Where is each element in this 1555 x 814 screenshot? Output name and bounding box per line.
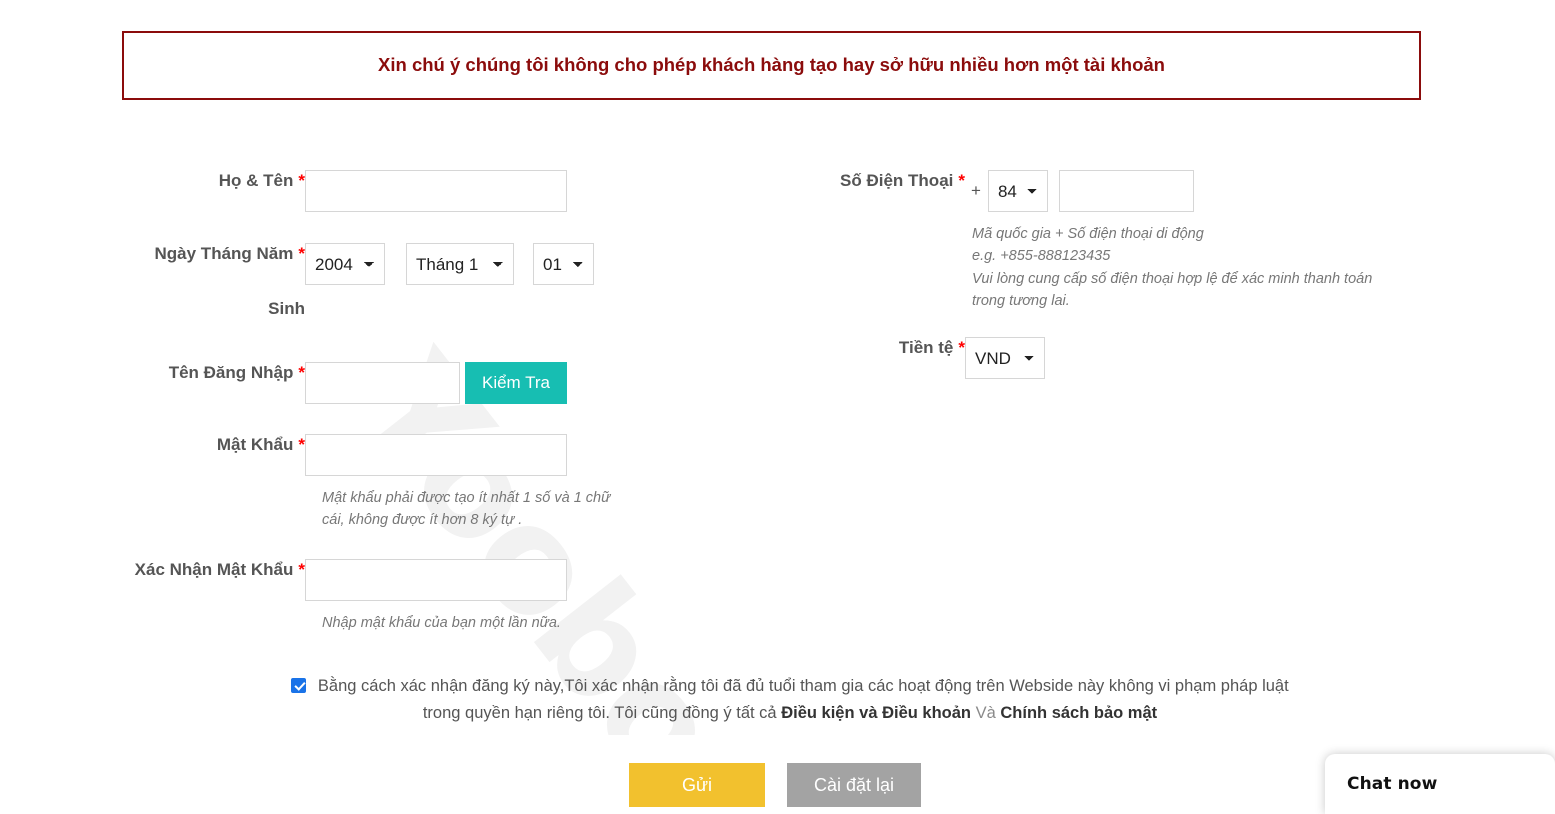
dob-day-select[interactable]: 0102030405060708091011121314151617181920… [533, 243, 594, 285]
confirm-password-label: Xác Nhận Mật Khẩu * [0, 559, 305, 582]
username-label-text: Tên Đăng Nhập [168, 363, 294, 382]
confirm-password-label-text: Xác Nhận Mật Khẩu [134, 560, 294, 579]
terms-and-conditions-link[interactable]: Điều kiện và Điều khoản [781, 704, 971, 722]
currency-label: Tiền tệ * [700, 337, 965, 360]
chat-now-label: Chat now [1347, 774, 1438, 794]
phone-hint-line-2: e.g. +855-888123435 [972, 248, 1111, 265]
fullname-label: Họ & Tên * [0, 170, 305, 193]
currency-label-text: Tiền tệ [898, 338, 954, 357]
dob-row: Ngày Tháng Năm* 201020092008200720062005… [0, 243, 620, 285]
password-label-text: Mật Khẩu [216, 435, 294, 454]
confirm-password-required-marker: * [298, 560, 305, 579]
phone-plus-sign: + [971, 181, 981, 200]
password-required-marker: * [298, 435, 305, 454]
confirm-password-hint: Nhập mật khẩu của bạn một lần nữa. [322, 615, 561, 631]
reset-button[interactable]: Cài đặt lại [787, 763, 921, 807]
currency-select[interactable]: VNDUSDTHBMYRIDRKHR [965, 337, 1045, 379]
phone-hint-line-3: Vui lòng cung cấp số điện thoại hợp lệ đ… [972, 270, 1373, 310]
phone-hint: Mã quốc gia + Số điện thoại di động e.g.… [972, 223, 1402, 313]
dob-label-second-line: Sinh [268, 299, 305, 318]
username-input[interactable] [305, 362, 460, 404]
phone-hint-line-1: Mã quốc gia + Số điện thoại di động [972, 226, 1204, 242]
terms-checkbox[interactable] [291, 678, 307, 693]
account-policy-notice: Xin chú ý chúng tôi không cho phép khách… [122, 31, 1421, 100]
submit-button[interactable]: Gửi [629, 763, 765, 807]
phone-country-code-select[interactable]: 8485586666260636595 [987, 170, 1048, 212]
username-required-marker: * [298, 363, 305, 382]
phone-label-text: Số Điện Thoại [840, 171, 954, 190]
phone-number-input[interactable] [1058, 170, 1194, 212]
form-actions: Gửi Cài đặt lại [629, 763, 921, 807]
fullname-row: Họ & Tên * [0, 170, 600, 212]
notice-text: Xin chú ý chúng tôi không cho phép khách… [378, 54, 1165, 76]
username-row: Tên Đăng Nhập * Kiểm Tra [0, 362, 640, 404]
dob-required-marker: * [298, 244, 305, 263]
currency-row: Tiền tệ* VNDUSDTHBMYRIDRKHR [700, 337, 1200, 379]
confirm-password-input[interactable] [305, 559, 567, 601]
dob-year-select[interactable]: 2010200920082007200620052004200320022001… [305, 243, 385, 285]
dob-label-text: Ngày Tháng Năm [154, 244, 294, 263]
password-row: Mật Khẩu * [0, 434, 620, 476]
privacy-policy-link[interactable]: Chính sách bảo mật [1000, 704, 1157, 722]
password-label: Mật Khẩu * [0, 434, 305, 457]
currency-required-marker: * [958, 338, 965, 357]
registration-page: Yoobo247.com Xin chú ý chúng tôi không c… [0, 0, 1555, 814]
terms-conjunction: Và [971, 703, 1001, 722]
terms-acceptance: Bằng cách xác nhận đăng ký này,Tôi xác n… [280, 673, 1300, 726]
fullname-required-marker: * [298, 171, 305, 190]
phone-required-marker: * [958, 171, 965, 190]
fullname-input[interactable] [305, 170, 567, 212]
dob-month-select[interactable]: Tháng 1Tháng 2Tháng 3Tháng 4Tháng 5Tháng… [406, 243, 514, 285]
password-hint: Mật khẩu phải được tạo ít nhất 1 số và 1… [322, 490, 611, 529]
fullname-label-text: Họ & Tên [218, 171, 294, 190]
dob-label: Ngày Tháng Năm * [0, 243, 305, 266]
chat-now-widget[interactable]: Chat now [1325, 754, 1555, 814]
password-input[interactable] [305, 434, 567, 476]
check-username-button[interactable]: Kiểm Tra [465, 362, 567, 404]
phone-label: Số Điện Thoại * [700, 170, 965, 193]
username-label: Tên Đăng Nhập * [0, 362, 305, 385]
phone-row: Số Điện Thoại* + 8485586666260636595 [700, 170, 1420, 212]
confirm-password-row: Xác Nhận Mật Khẩu * [0, 559, 620, 601]
